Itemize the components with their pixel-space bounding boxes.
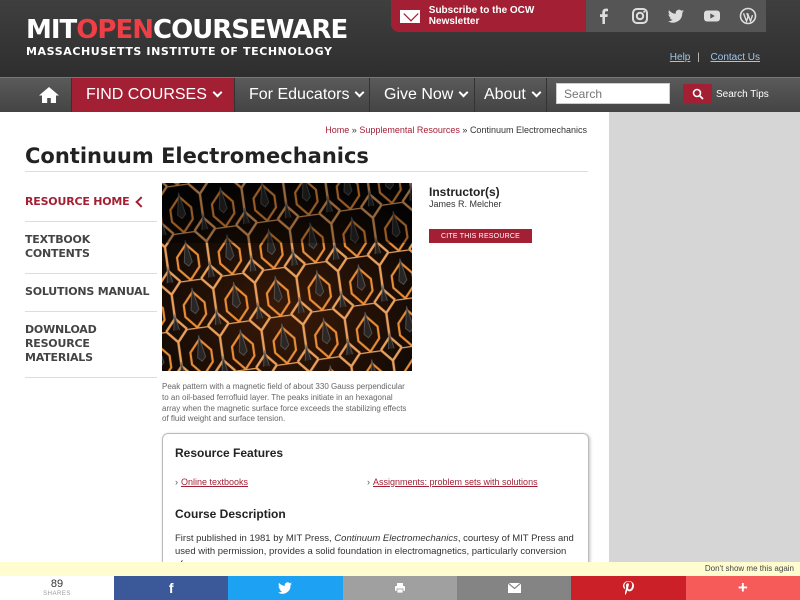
image-caption: Peak pattern with a magnetic field of ab… (162, 382, 407, 424)
share-bar: 89 SHARES f + (0, 576, 800, 600)
newsletter-label: Subscribe to the OCW Newsletter (428, 5, 535, 27)
title-divider (25, 171, 588, 172)
home-icon (39, 87, 59, 103)
nav-give-now-label: Give Now (384, 86, 454, 103)
chevron-down-icon (355, 87, 365, 98)
dont-show-link[interactable]: Don't show me this again (705, 564, 794, 573)
site-header: MITOPENCOURSEWARE MASSACHUSETTS INSTITUT… (0, 0, 800, 77)
envelope-icon (400, 9, 420, 23)
nav-find-courses-label: FIND COURSES (86, 86, 207, 103)
top-links-separator: | (697, 52, 700, 63)
course-description-title: Continuum Electromechanics (334, 533, 458, 544)
breadcrumb-separator: » (462, 125, 468, 135)
chevron-down-icon (458, 87, 469, 98)
home-button[interactable] (26, 78, 72, 112)
logo-open: OPEN (76, 15, 154, 45)
nav-solutions-manual[interactable]: SOLUTIONS MANUAL (25, 274, 157, 312)
main-nav: FIND COURSES For Educators Give Now Abou… (0, 77, 800, 112)
resource-features-heading: Resource Features (175, 446, 284, 460)
breadcrumb-home[interactable]: Home (325, 125, 349, 135)
cite-resource-button[interactable]: CITE THIS RESOURCE (429, 229, 532, 243)
nav-find-courses[interactable]: FIND COURSES (72, 78, 235, 112)
print-icon (394, 583, 405, 594)
nav-educators[interactable]: For Educators (235, 78, 370, 112)
share-twitter-button[interactable] (228, 576, 343, 600)
top-links: Help | Contact Us (670, 52, 760, 63)
twitter-icon[interactable] (658, 0, 694, 32)
logo-mit: MIT (26, 15, 77, 45)
facebook-icon: f (168, 580, 174, 596)
assignments-link[interactable]: Assignments: problem sets with solutions (367, 477, 538, 487)
email-icon (507, 583, 521, 593)
breadcrumb-separator: » (351, 125, 357, 135)
instructor-heading: Instructor(s) (429, 185, 500, 199)
chevron-left-icon (135, 196, 147, 208)
logo-courseware: COURSEWARE (152, 15, 348, 45)
search-tips-link[interactable]: Search Tips (716, 89, 769, 100)
search-button[interactable] (683, 84, 712, 103)
twitter-icon (278, 582, 293, 594)
course-description-heading: Course Description (175, 507, 286, 521)
share-print-button[interactable] (342, 576, 457, 600)
share-facebook-button[interactable]: f (114, 576, 229, 600)
nav-download-materials-label: DOWNLOAD RESOURCE MATERIALS (25, 323, 97, 364)
share-more-button[interactable]: + (685, 576, 800, 600)
share-bar-notice: Don't show me this again (0, 562, 800, 576)
instructor-name: James R. Melcher (429, 199, 502, 209)
pinterest-icon (622, 581, 634, 595)
nav-solutions-manual-label: SOLUTIONS MANUAL (25, 285, 150, 298)
nav-educators-label: For Educators (249, 86, 350, 103)
hero-image (162, 183, 412, 371)
nav-about-label: About (484, 86, 526, 103)
main-content: Home » Supplemental Resources » Continuu… (0, 112, 609, 600)
wordpress-icon[interactable] (730, 0, 766, 32)
youtube-icon[interactable] (694, 0, 730, 32)
share-email-button[interactable] (456, 576, 572, 600)
nav-about[interactable]: About (475, 78, 547, 112)
breadcrumb-current: Continuum Electromechanics (469, 125, 587, 135)
chevron-down-icon (531, 87, 542, 98)
right-gutter (609, 112, 800, 600)
nav-textbook-contents[interactable]: TEXTBOOK CONTENTS (25, 222, 157, 274)
breadcrumb: Home » Supplemental Resources » Continuu… (325, 125, 587, 135)
page-title: Continuum Electromechanics (25, 144, 369, 168)
share-count: 89 SHARES (0, 576, 114, 600)
course-description-pre: First published in 1981 by MIT Press, (175, 533, 335, 544)
help-link[interactable]: Help (670, 52, 691, 63)
newsletter-button[interactable]: Subscribe to the OCW Newsletter (391, 0, 586, 32)
facebook-icon[interactable] (586, 0, 622, 32)
search-icon (692, 88, 704, 100)
nav-download-materials[interactable]: DOWNLOAD RESOURCE MATERIALS (25, 312, 157, 378)
search-input[interactable] (556, 83, 670, 104)
ocw-logo[interactable]: MITOPENCOURSEWARE (26, 15, 348, 45)
contact-link[interactable]: Contact Us (711, 52, 760, 63)
share-count-label: SHARES (43, 591, 71, 597)
breadcrumb-supplemental[interactable]: Supplemental Resources (359, 125, 460, 135)
logo-subtitle: MASSACHUSETTS INSTITUTE OF TECHNOLOGY (26, 45, 333, 58)
resource-nav: RESOURCE HOME TEXTBOOK CONTENTS SOLUTION… (25, 184, 157, 378)
nav-resource-home-label: RESOURCE HOME (25, 195, 130, 208)
share-pinterest-button[interactable] (571, 576, 686, 600)
instagram-icon[interactable] (622, 0, 658, 32)
nav-give-now[interactable]: Give Now (370, 78, 475, 112)
plus-icon: + (737, 578, 748, 597)
share-count-number: 89 (50, 578, 64, 590)
nav-textbook-contents-label: TEXTBOOK CONTENTS (25, 233, 91, 260)
nav-resource-home[interactable]: RESOURCE HOME (25, 184, 157, 222)
chevron-down-icon (212, 87, 223, 98)
online-textbooks-link[interactable]: Online textbooks (175, 477, 248, 487)
